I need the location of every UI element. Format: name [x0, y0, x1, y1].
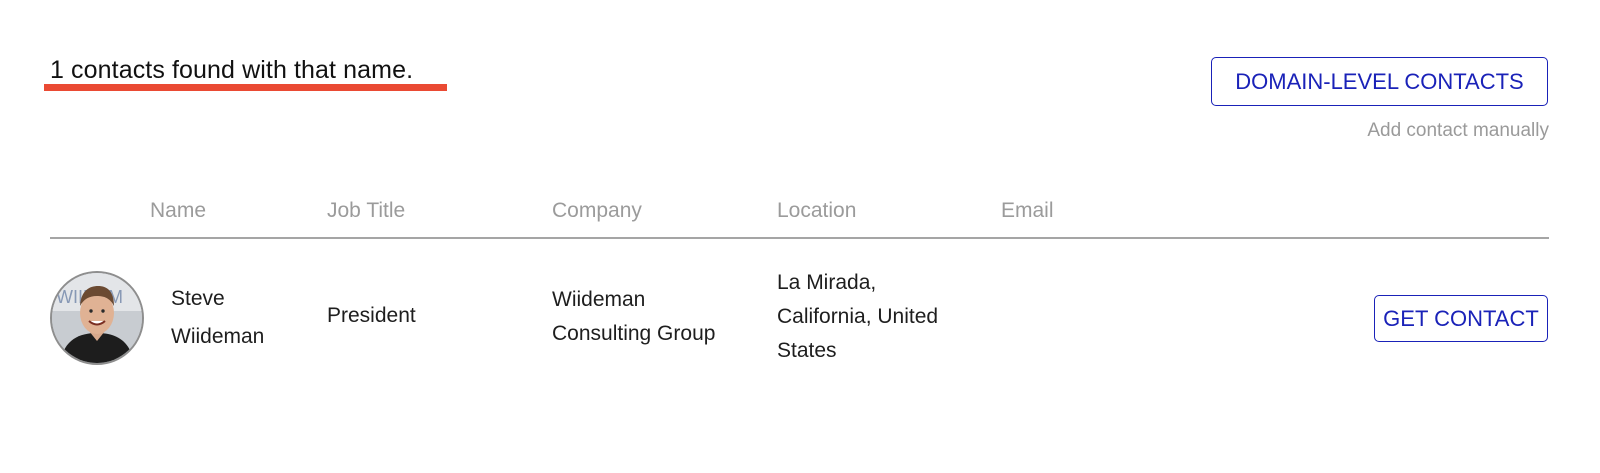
avatar: WIIDEM	[50, 271, 144, 365]
get-contact-button[interactable]: GET CONTACT	[1374, 295, 1548, 342]
contact-name: Steve Wiideman	[171, 282, 264, 354]
company-line: Wiideman	[552, 288, 646, 311]
contact-location: La Mirada, California, United States	[777, 266, 938, 368]
column-header-company: Company	[552, 199, 642, 222]
header-divider	[50, 237, 1549, 239]
column-header-email: Email	[1001, 199, 1054, 222]
contact-job-title: President	[327, 304, 416, 327]
location-line: La Mirada,	[777, 271, 877, 294]
add-contact-manually-link[interactable]: Add contact manually	[1367, 120, 1549, 142]
contact-company: Wiideman Consulting Group	[552, 283, 715, 351]
location-line: States	[777, 339, 837, 362]
results-title: 1 contacts found with that name.	[50, 56, 414, 84]
column-header-name: Name	[150, 199, 207, 222]
contact-last-name: Wiideman	[171, 325, 265, 348]
column-header-location: Location	[777, 199, 857, 222]
column-header-job-title: Job Title	[327, 199, 406, 222]
title-underline	[44, 84, 447, 91]
domain-level-contacts-button[interactable]: DOMAIN-LEVEL CONTACTS	[1211, 57, 1548, 106]
company-line: Consulting Group	[552, 322, 716, 345]
person-photo-avatar-icon: WIIDEM	[52, 273, 142, 363]
contact-first-name: Steve	[171, 287, 225, 310]
location-line: California, United	[777, 305, 939, 328]
